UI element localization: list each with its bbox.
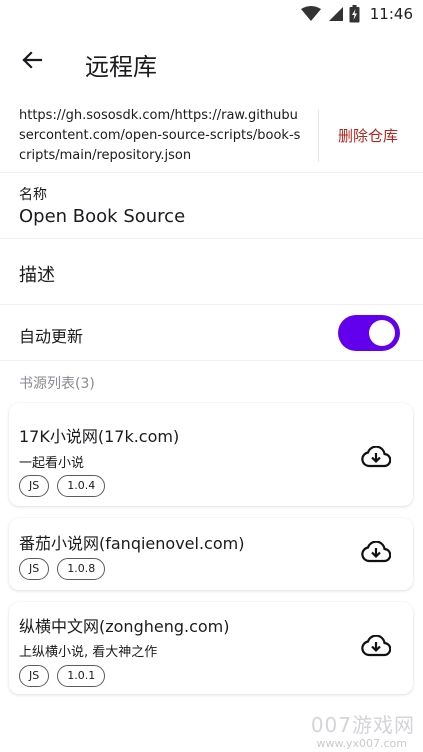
tag-version: 1.0.1: [57, 665, 106, 687]
auto-update-switch[interactable]: [338, 315, 400, 351]
source-title: 17K小说网(17k.com): [19, 427, 180, 446]
back-button[interactable]: [16, 46, 48, 78]
arrow-left-icon: [21, 49, 43, 75]
auto-update-row: 自动更新: [0, 306, 423, 361]
source-tags: JS 1.0.4: [19, 475, 106, 497]
divider: [318, 110, 319, 162]
description-label: 描述: [19, 265, 55, 286]
app-bar: 远程库: [0, 36, 423, 88]
status-time: 11:46: [369, 5, 413, 23]
wifi-icon: [300, 6, 321, 22]
tag-version: 1.0.4: [57, 475, 106, 497]
watermark-url: www.yx007.com: [316, 737, 407, 750]
tag-language: JS: [19, 558, 50, 580]
cloud-download-icon: [361, 634, 392, 661]
tag-language: JS: [19, 475, 50, 497]
source-card-fanqie[interactable]: 番茄小说网(fanqienovel.com) JS 1.0.8: [9, 518, 413, 590]
status-icons: 11:46: [300, 5, 413, 23]
description-field[interactable]: 描述: [0, 240, 423, 305]
source-card-zongheng[interactable]: 纵横中文网(zongheng.com) 上纵横小说, 看大神之作 JS 1.0.…: [9, 602, 413, 694]
tag-version: 1.0.8: [57, 558, 106, 580]
repository-url: https://gh.sososdk.com/https://raw.githu…: [19, 108, 301, 163]
page-title: 远程库: [85, 53, 157, 81]
repository-url-row: https://gh.sososdk.com/https://raw.githu…: [0, 100, 423, 173]
download-button[interactable]: [359, 634, 393, 662]
delete-repository-button[interactable]: 删除仓库: [338, 125, 398, 146]
source-description: 上纵横小说, 看大神之作: [19, 645, 158, 660]
source-description: 一起看小说: [19, 456, 85, 471]
name-field[interactable]: 名称 Open Book Source: [0, 176, 423, 239]
source-title: 番茄小说网(fanqienovel.com): [19, 534, 245, 553]
source-title: 纵横中文网(zongheng.com): [19, 617, 230, 636]
download-button[interactable]: [359, 540, 393, 568]
tag-language: JS: [19, 665, 50, 687]
source-tags: JS 1.0.8: [19, 558, 106, 580]
signal-icon: [327, 6, 343, 22]
cloud-download-icon: [361, 445, 392, 472]
download-button[interactable]: [359, 445, 393, 473]
watermark-text: 007游戏网: [310, 713, 415, 737]
switch-thumb: [369, 320, 395, 346]
name-label: 名称: [19, 187, 47, 203]
source-card-17k[interactable]: 17K小说网(17k.com) 一起看小说 JS 1.0.4: [9, 403, 413, 506]
status-bar: 11:46: [0, 0, 423, 30]
name-value: Open Book Source: [19, 206, 186, 227]
cloud-download-icon: [361, 540, 392, 567]
auto-update-label: 自动更新: [19, 327, 84, 346]
source-list-header: 书源列表(3): [19, 376, 95, 392]
source-tags: JS 1.0.1: [19, 665, 106, 687]
battery-icon: [349, 5, 360, 23]
